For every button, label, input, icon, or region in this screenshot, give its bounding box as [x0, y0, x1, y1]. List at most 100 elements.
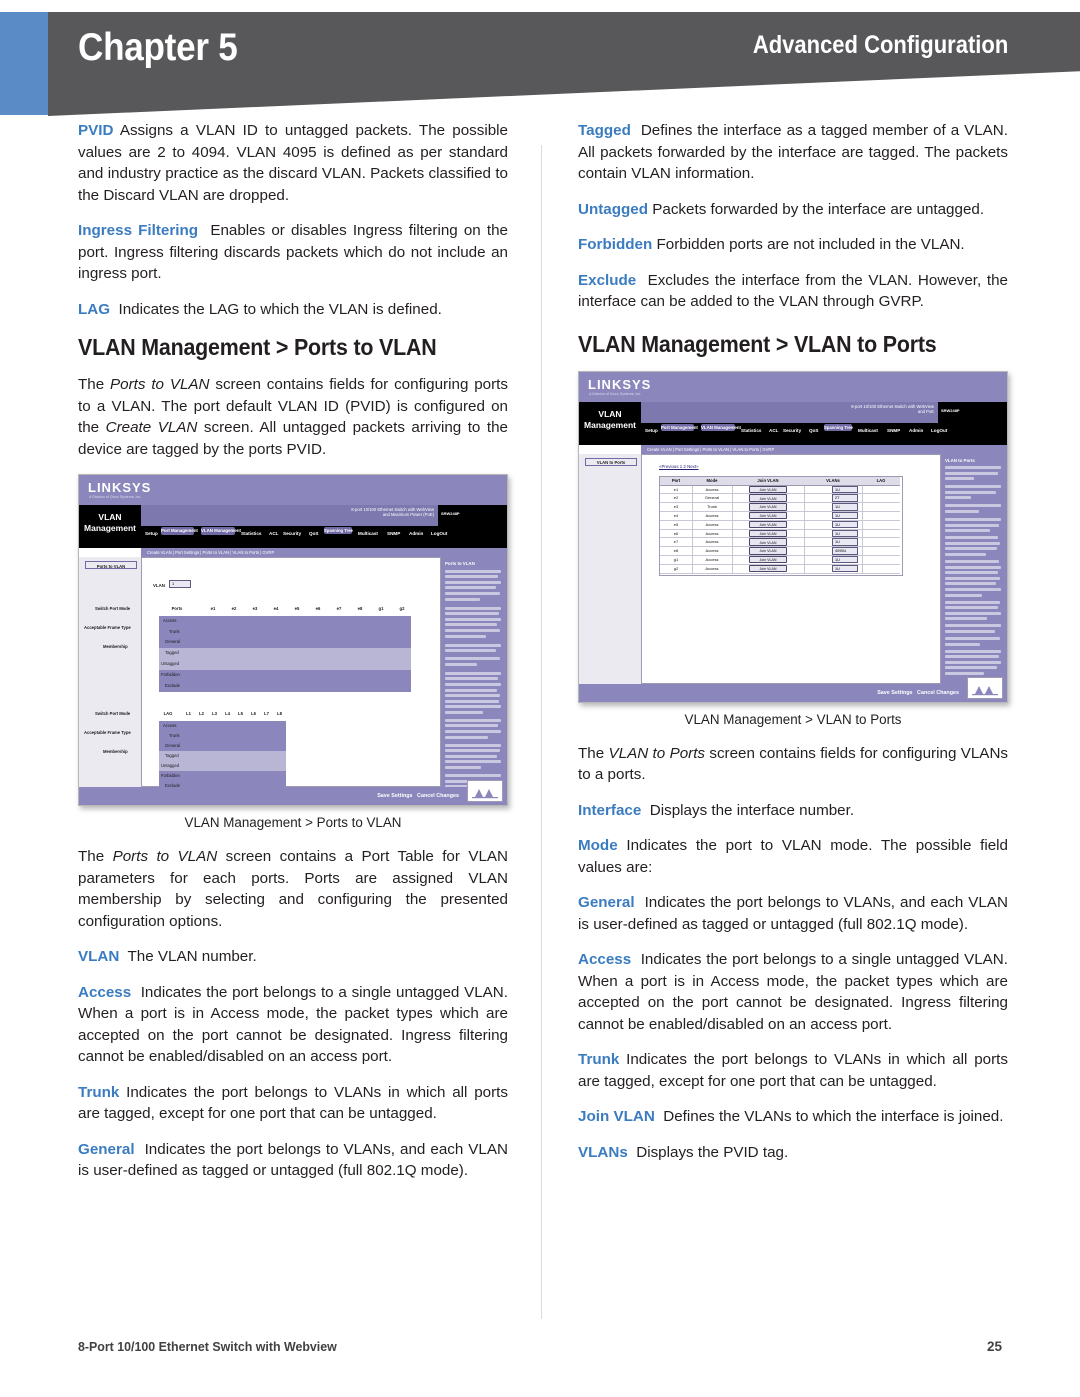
matrix-row-access[interactable]: Access: [159, 616, 411, 627]
paragraph-access-left: Access Indicates the port belongs to a s…: [78, 982, 508, 1068]
matrix-row-label-exclude: Exclude: [165, 683, 180, 688]
vlans-select-e7[interactable]: 1U: [832, 538, 858, 546]
intro-italic-2: Create VLAN: [105, 419, 198, 436]
sub-nav[interactable]: Create VLAN | Port Settings | Ports to V…: [141, 548, 507, 557]
heading-vlan-to-ports: VLAN Management > VLAN to Ports: [578, 330, 937, 357]
tab-qos-2[interactable]: QoS: [809, 428, 818, 433]
matrix-row-trunk[interactable]: Trunk: [159, 627, 411, 637]
vlans-select-e5[interactable]: 1U: [832, 520, 858, 529]
figure-ports-to-vlan: LINKSYS A Division of Cisco Systems, Inc…: [78, 474, 508, 830]
tab-setup[interactable]: Setup: [145, 531, 158, 536]
left-panel-item-ports-to-vlan[interactable]: Ports to VLAN: [85, 561, 137, 569]
save-settings-button[interactable]: Save Settings: [377, 793, 412, 799]
tab-logout[interactable]: LogOut: [431, 531, 447, 536]
tab-spanning-tree-2[interactable]: Spanning Tree: [824, 423, 853, 431]
table-header-port: Port: [660, 476, 692, 486]
paragraph-general-right-text: Indicates the port belongs to VLANs, and…: [578, 894, 1008, 933]
tab-spanning-tree[interactable]: Spanning Tree: [324, 527, 353, 535]
tab-acl[interactable]: ACL: [269, 531, 278, 536]
join-vlan-button-e4[interactable]: Join VLAN: [749, 511, 787, 520]
cancel-changes-button[interactable]: Cancel Changes: [417, 793, 459, 799]
join-vlan-button-e2[interactable]: Join VLAN: [749, 494, 787, 502]
tab-setup-2[interactable]: Setup: [645, 428, 658, 433]
matrix-row-label-access: Access: [163, 618, 177, 623]
tab-admin[interactable]: Admin: [409, 531, 423, 536]
lag-row-general[interactable]: General: [159, 741, 286, 751]
left-panel-item-vlan-to-ports[interactable]: VLAN to Ports: [585, 457, 637, 466]
join-vlan-button-e6[interactable]: Join VLAN: [749, 529, 787, 538]
vlans-select-g2[interactable]: 1U: [832, 564, 858, 573]
table-cell-port-e5: e5: [673, 521, 679, 527]
paragraph-untagged-text: Packets forwarded by the interface are u…: [652, 200, 985, 218]
lag-row-access[interactable]: Access: [159, 721, 286, 731]
tab-logout-2[interactable]: LogOut: [931, 428, 947, 433]
figure-caption-vlan-to-ports: VLAN Management > VLAN to Ports: [684, 711, 902, 727]
lag-col-l1: L1: [186, 711, 191, 716]
tab-security-2[interactable]: Security: [783, 428, 801, 433]
tab-multicast-2[interactable]: Multicast: [858, 428, 878, 433]
page-footer: 8-Port 10/100 Ethernet Switch with Webvi…: [0, 1319, 1080, 1397]
paragraph-access-right-text: Indicates the port belongs to a single u…: [578, 951, 1008, 1033]
matrix-col-e8: e8: [357, 606, 363, 611]
matrix-row-general[interactable]: General: [159, 637, 411, 648]
tab-statistics-2[interactable]: Statistics: [741, 428, 761, 433]
tab-snmp[interactable]: SNMP: [387, 531, 400, 536]
tab-security[interactable]: Security: [283, 531, 301, 536]
table-cell-lag-e7: [862, 538, 900, 546]
lag-row-forbidden[interactable]: Forbidden: [159, 771, 286, 781]
lag-row-untagged[interactable]: Untagged: [159, 761, 286, 771]
paragraph-general-left-text: Indicates the port belongs to VLANs, and…: [78, 1140, 508, 1180]
vlan-select[interactable]: 1: [169, 580, 191, 588]
tab-port-management[interactable]: Port Management: [161, 527, 198, 535]
vlans-select-e3[interactable]: 1U: [832, 503, 858, 511]
matrix-row-untagged[interactable]: Untagged: [159, 659, 411, 670]
join-vlan-button-e5[interactable]: Join VLAN: [749, 520, 787, 529]
tab-admin-2[interactable]: Admin: [909, 428, 923, 433]
table-cell-port-e8: e8: [673, 548, 679, 554]
cancel-changes-button-2[interactable]: Cancel Changes: [917, 690, 959, 696]
tab-statistics[interactable]: Statistics: [241, 531, 261, 536]
device-info-line2-2: and PoE: [917, 408, 934, 414]
matrix-row-forbidden[interactable]: Forbidden: [159, 670, 411, 681]
paragraph-general-left: General Indicates the port belongs to VL…: [78, 1139, 508, 1182]
join-vlan-button-e7[interactable]: Join VLAN: [749, 538, 787, 546]
join-vlan-button-e8[interactable]: Join VLAN: [749, 547, 787, 555]
join-vlan-button-g1[interactable]: Join VLAN: [749, 555, 787, 564]
tab-multicast[interactable]: Multicast: [358, 531, 378, 536]
tab-qos[interactable]: QoS: [309, 531, 318, 536]
lag-row-trunk[interactable]: Trunk: [159, 731, 286, 741]
tab-vlan-management[interactable]: VLAN Management: [201, 527, 241, 535]
matrix-row-tagged[interactable]: Tagged: [159, 648, 411, 659]
module-title-line1-2: VLAN: [598, 408, 622, 419]
vlans-select-e8[interactable]: 4095U: [832, 547, 858, 555]
term-untagged: Untagged: [578, 200, 649, 218]
vlans-select-e2[interactable]: 2T: [832, 494, 858, 502]
vlans-select-e4[interactable]: 1U: [832, 511, 858, 520]
label-switch-port-mode-2: Switch Port Mode: [95, 711, 131, 716]
paragraph-vlan: VLAN The VLAN number.: [78, 946, 508, 968]
linksys-logo-subtitle-2: A Division of Cisco Systems, Inc.: [589, 391, 642, 396]
tab-vlan-management-2[interactable]: VLAN Management: [701, 423, 741, 432]
join-vlan-button-e1[interactable]: Join VLAN: [749, 485, 787, 494]
module-title-line1: VLAN: [98, 512, 122, 522]
vlans-select-g1[interactable]: 1U: [832, 555, 858, 564]
paragraph-ports-to-vlan-intro: The Ports to VLAN screen contains fields…: [78, 374, 508, 460]
vlans-select-e6[interactable]: 1U: [832, 529, 858, 538]
chapter-header: Chapter 5 Advanced Configuration: [0, 0, 1080, 120]
tab-acl-2[interactable]: ACL: [769, 428, 778, 433]
lag-row-tagged[interactable]: Tagged: [159, 751, 286, 761]
table-cell-port-e7: e7: [673, 539, 679, 545]
matrix-row-exclude[interactable]: Exclude: [159, 681, 411, 692]
join-vlan-button-g2[interactable]: Join VLAN: [749, 564, 787, 573]
tab-snmp-2[interactable]: SNMP: [887, 428, 900, 433]
join-vlan-button-e3[interactable]: Join VLAN: [749, 503, 787, 511]
save-settings-button-2[interactable]: Save Settings: [877, 690, 912, 696]
paragraph-vlan-to-ports-intro: The VLAN to Ports screen contains fields…: [578, 743, 1008, 786]
sub-nav-2[interactable]: Create VLAN | Port Settings | Ports to V…: [641, 444, 1007, 454]
paragraph-join-vlan-text: Defines the VLANs to which the interface…: [663, 1108, 1004, 1125]
tab-port-management-2[interactable]: Port Management: [661, 423, 698, 432]
term-tagged: Tagged: [578, 122, 631, 139]
vlans-select-e1[interactable]: 1U: [832, 485, 858, 494]
pager-links[interactable]: «Previous 1 2 Next»: [659, 464, 699, 469]
paragraph-ingress-filtering: Ingress Filtering Enables or disables In…: [78, 220, 508, 285]
